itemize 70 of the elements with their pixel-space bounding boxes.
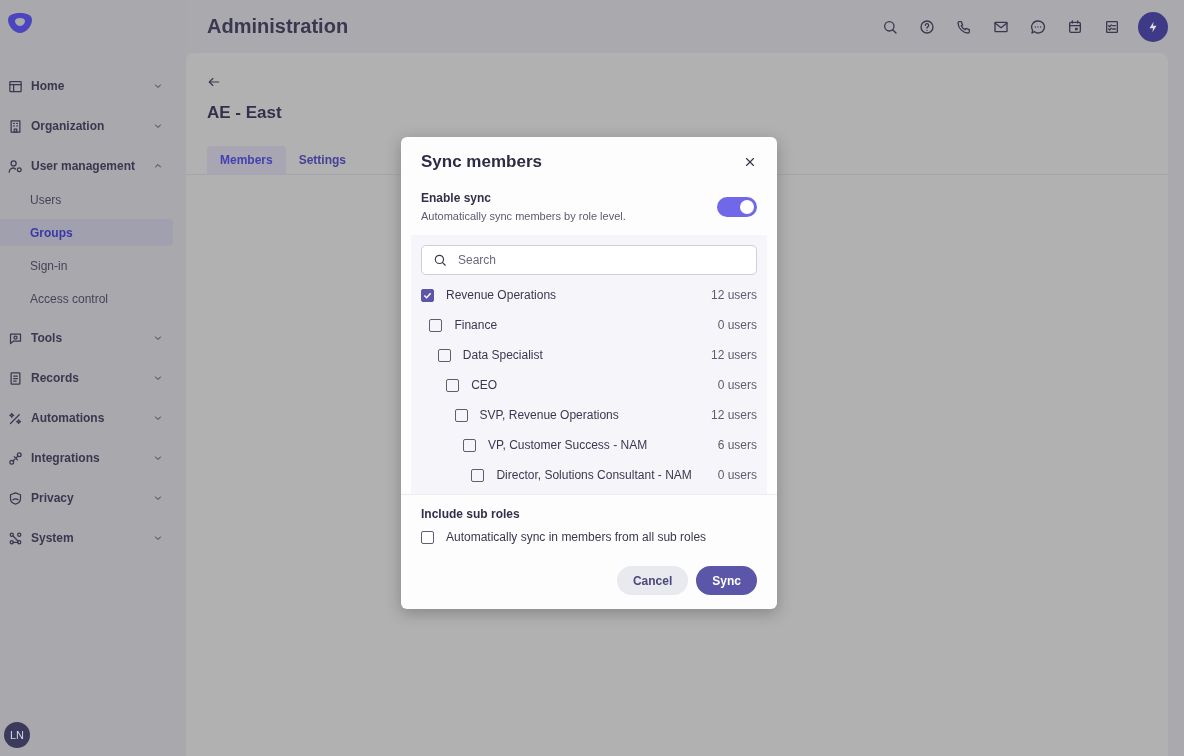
layout-icon — [8, 78, 23, 94]
nav-section[interactable]: Integrations — [0, 438, 186, 478]
building-icon — [8, 118, 23, 134]
user-count: 12 users — [710, 408, 757, 422]
toggle-switch[interactable] — [717, 196, 757, 217]
phone-icon[interactable] — [955, 18, 972, 35]
role-name: SVP, Revenue Operations — [479, 408, 620, 422]
user-gear-icon — [8, 158, 23, 174]
nav-item[interactable]: Groups — [0, 219, 173, 246]
role-name: VP, Customer Success - NAM — [488, 438, 649, 452]
user-count: 0 users — [717, 378, 757, 392]
role-name: Director, Solutions Consultant - NAM — [496, 468, 693, 482]
group-title: AE - East — [207, 103, 283, 123]
checkbox[interactable] — [471, 468, 485, 482]
checkbox[interactable] — [421, 530, 434, 544]
search-field[interactable]: Search — [421, 245, 757, 275]
checkbox[interactable] — [421, 288, 434, 302]
close-icon[interactable] — [743, 155, 757, 169]
role-name: Finance — [454, 318, 499, 332]
user-count: 0 users — [717, 318, 757, 332]
nav-section[interactable]: Tools — [0, 318, 186, 358]
role-name: Revenue Operations — [446, 288, 558, 302]
nav-item[interactable]: Sign-in — [0, 252, 173, 279]
network-icon — [8, 530, 23, 546]
help-icon[interactable] — [918, 18, 935, 35]
checkbox[interactable] — [437, 348, 451, 362]
setting-label: Enable sync — [421, 191, 493, 205]
page-title: Administration — [207, 15, 350, 38]
chat-icon[interactable] — [1029, 18, 1046, 35]
section-heading: Include sub roles — [421, 507, 521, 521]
checklist-icon[interactable] — [1103, 18, 1120, 35]
check-icon — [423, 290, 432, 300]
quick-action-button[interactable] — [1138, 11, 1168, 42]
checkbox[interactable] — [429, 318, 443, 332]
logo-icon[interactable] — [7, 12, 33, 34]
calendar-icon[interactable] — [1066, 18, 1083, 35]
checkbox[interactable] — [463, 438, 476, 452]
nav-section[interactable]: Organization — [0, 106, 186, 146]
nav-item[interactable]: Access control — [0, 285, 173, 312]
checkbox[interactable] — [446, 378, 460, 392]
shield-icon — [8, 490, 23, 506]
dialog-title: Sync members — [421, 152, 542, 172]
tab[interactable]: Members — [207, 146, 286, 174]
nav-section[interactable]: Home — [0, 66, 186, 106]
tools-icon — [8, 330, 23, 346]
user-count: 0 users — [717, 468, 757, 482]
checkbox-label: Automatically sync in members from all sub roles — [446, 530, 708, 544]
nav-section[interactable]: User management — [0, 146, 186, 186]
document-icon — [8, 370, 23, 386]
checkbox[interactable] — [454, 408, 468, 422]
search-icon[interactable] — [881, 18, 898, 35]
search-icon — [433, 253, 447, 267]
nav-item[interactable]: Users — [0, 186, 173, 213]
sparkle-wand-icon — [8, 410, 23, 426]
user-avatar[interactable]: LN — [4, 722, 30, 748]
cancel-button[interactable]: Cancel — [616, 566, 689, 595]
nav-section[interactable]: Records — [0, 358, 186, 398]
sync-button[interactable]: Sync — [696, 566, 757, 595]
back-arrow-icon[interactable] — [207, 75, 221, 89]
nav-section[interactable]: System — [0, 518, 186, 558]
tab[interactable]: Settings — [285, 146, 360, 174]
nav-section[interactable]: Automations — [0, 398, 186, 438]
nav-section[interactable]: Privacy — [0, 478, 186, 518]
plug-icon — [8, 450, 23, 466]
user-count: 12 users — [710, 288, 757, 302]
user-count: 12 users — [710, 348, 757, 362]
role-name: Data Specialist — [462, 348, 544, 362]
role-name: CEO — [471, 378, 499, 392]
setting-description: Automatically sync members by role level. — [421, 210, 627, 222]
user-count: 6 users — [717, 438, 757, 452]
